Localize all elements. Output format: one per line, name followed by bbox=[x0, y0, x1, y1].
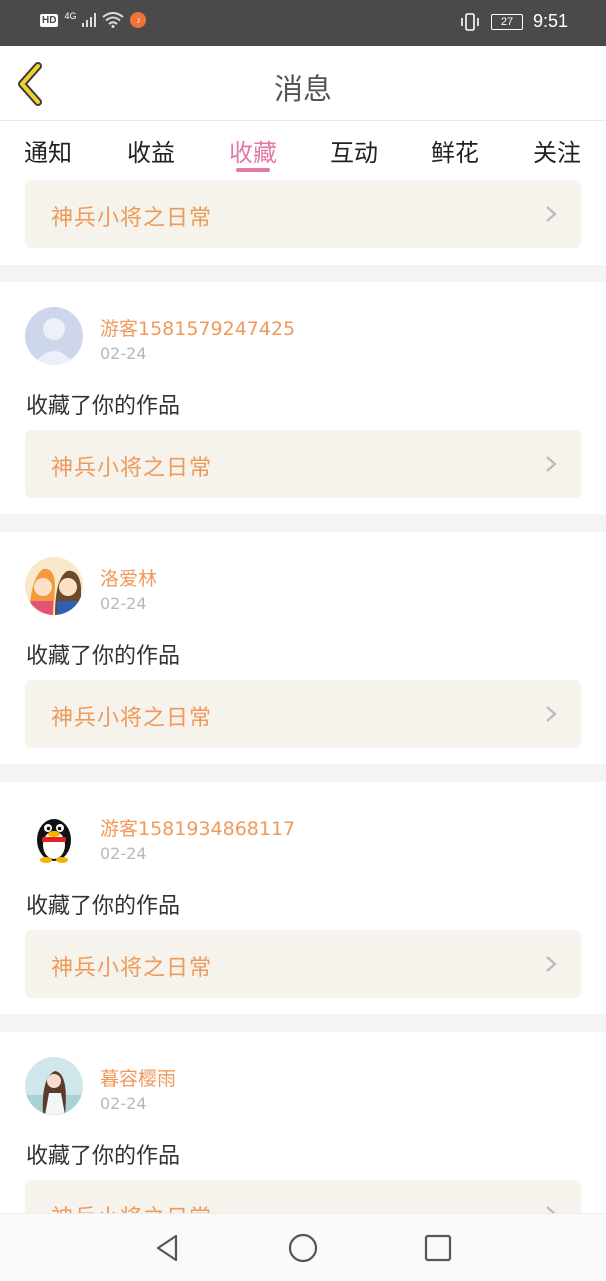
message-card: 游客1581934868117 02-24 收藏了你的作品 神兵小将之日常 bbox=[0, 782, 606, 1014]
battery-icon: 27 bbox=[490, 13, 523, 30]
user-name[interactable]: 暮容樱雨 bbox=[100, 1064, 176, 1091]
penguin-avatar[interactable] bbox=[25, 807, 83, 865]
clock: 9:51 bbox=[532, 11, 568, 31]
message-card: 暮容樱雨 02-24 收藏了你的作品 神兵小将之日常 bbox=[0, 1032, 606, 1213]
work-link[interactable]: 神兵小将之日常 bbox=[25, 430, 581, 498]
status-bar: HD 4G ♪ 27 9:51 bbox=[0, 0, 606, 46]
message-text: 收藏了你的作品 bbox=[26, 894, 181, 919]
work-title: 神兵小将之日常 bbox=[51, 456, 213, 481]
chevron-right-icon bbox=[546, 206, 557, 222]
tab-following[interactable]: 关注 bbox=[517, 133, 597, 168]
message-text: 收藏了你的作品 bbox=[26, 1144, 181, 1169]
message-text: 收藏了你的作品 bbox=[26, 644, 181, 669]
chevron-right-icon bbox=[546, 956, 557, 972]
user-name[interactable]: 游客1581579247425 bbox=[100, 314, 295, 341]
anime-couple-avatar-image bbox=[25, 557, 83, 615]
tab-earnings[interactable]: 收益 bbox=[111, 133, 191, 168]
anime-couple-avatar[interactable] bbox=[25, 557, 83, 615]
message-card: 游客1581579247425 02-24 收藏了你的作品 神兵小将之日常 bbox=[0, 282, 606, 514]
app-header: 消息 bbox=[0, 46, 606, 121]
status-left: HD 4G ♪ bbox=[40, 11, 147, 28]
vibrate-icon bbox=[461, 12, 479, 31]
user-name[interactable]: 游客1581934868117 bbox=[100, 814, 295, 841]
work-link[interactable]: 神兵小将之日常 bbox=[25, 930, 581, 998]
tab-flowers[interactable]: 鲜花 bbox=[415, 133, 495, 168]
work-title: 神兵小将之日常 bbox=[51, 706, 213, 731]
user-name[interactable]: 洛爱林 bbox=[100, 564, 157, 591]
chevron-right-icon bbox=[546, 706, 557, 722]
tab-interactions[interactable]: 互动 bbox=[314, 133, 394, 168]
penguin-avatar-image bbox=[25, 807, 83, 865]
work-title: 神兵小将之日常 bbox=[51, 206, 213, 231]
status-right: 27 9:51 bbox=[459, 11, 568, 32]
page-title: 消息 bbox=[273, 72, 332, 106]
girl-avatar-image bbox=[25, 1057, 83, 1115]
message-card: 神兵小将之日常 bbox=[0, 179, 606, 265]
message-date: 02-24 bbox=[100, 594, 147, 613]
chevron-right-icon bbox=[546, 1206, 556, 1213]
nav-home-icon[interactable] bbox=[285, 1230, 321, 1266]
chevron-right-icon bbox=[546, 456, 557, 472]
tab-notifications[interactable]: 通知 bbox=[8, 133, 88, 168]
message-date: 02-24 bbox=[100, 1094, 147, 1113]
default-user-avatar-image bbox=[25, 307, 83, 365]
work-title: 神兵小将之日常 bbox=[51, 956, 213, 981]
app-notification-icon: ♪ bbox=[130, 12, 147, 28]
message-list[interactable]: 神兵小将之日常 游客1581579247425 02-24 收藏了你的作品 神兵… bbox=[0, 179, 606, 1213]
work-link[interactable]: 神兵小将之日常 bbox=[25, 1180, 581, 1213]
wifi-icon bbox=[102, 12, 125, 28]
network-type: 4G bbox=[64, 11, 77, 21]
work-link[interactable]: 神兵小将之日常 bbox=[25, 680, 581, 748]
tab-favorites[interactable]: 收藏 bbox=[213, 133, 293, 168]
hd-badge: HD bbox=[40, 13, 59, 27]
default-user-avatar[interactable] bbox=[25, 307, 83, 365]
active-tab-indicator bbox=[236, 168, 270, 172]
battery-level: 27 bbox=[500, 15, 514, 28]
tab-bar: 通知 收益 收藏 互动 鲜花 关注 bbox=[0, 121, 606, 179]
message-date: 02-24 bbox=[100, 344, 147, 363]
message-text: 收藏了你的作品 bbox=[26, 394, 181, 419]
signal-icon bbox=[82, 13, 97, 27]
nav-recents-icon[interactable] bbox=[420, 1230, 456, 1266]
message-date: 02-24 bbox=[100, 844, 147, 863]
work-title: 神兵小将之日常 bbox=[51, 1200, 212, 1213]
work-link[interactable]: 神兵小将之日常 bbox=[25, 180, 581, 248]
message-card: 洛爱林 02-24 收藏了你的作品 神兵小将之日常 bbox=[0, 532, 606, 764]
nav-back-icon[interactable] bbox=[150, 1230, 186, 1266]
girl-avatar[interactable] bbox=[25, 1057, 83, 1115]
system-navigation-bar bbox=[0, 1213, 606, 1281]
